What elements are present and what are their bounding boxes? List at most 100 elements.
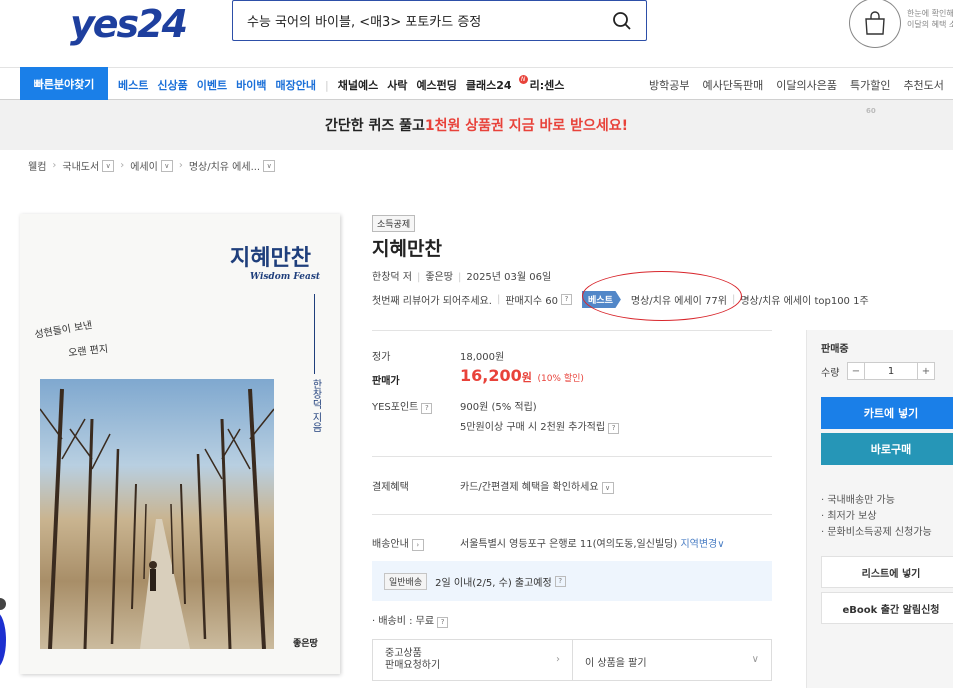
help-icon[interactable]: ?	[608, 423, 620, 434]
breadcrumb-home[interactable]: 웰컴	[28, 158, 46, 173]
breadcrumb-essay[interactable]: 에세이	[130, 158, 158, 173]
chevron-down-icon[interactable]: ∨	[102, 159, 115, 172]
tax-deduction-badge: 소득공제	[372, 215, 416, 232]
ebook-alert-button[interactable]: eBook 출간 알림신청	[821, 592, 953, 624]
nav-item-buyback[interactable]: 바이백	[236, 77, 266, 93]
banner-corner-tag: 60	[866, 107, 876, 115]
meta-divider: |	[496, 294, 501, 305]
benefit-promo-line-1: 한눈에 확인해	[907, 9, 953, 18]
divider	[372, 514, 772, 515]
note-lowest-price: · 최저가 보상	[821, 511, 877, 522]
shipping-fee: · 배송비 : 무료?	[372, 612, 449, 628]
chevron-down-icon[interactable]: ∨	[601, 482, 614, 494]
product-meta: 한창덕 저 | 좋은땅 | 2025년 03월 06일	[372, 268, 551, 283]
cover-handwriting-1: 성현들이 보낸	[33, 319, 94, 341]
sale-price-label: 판매가	[372, 376, 400, 387]
nav-item-recommended[interactable]: 추천도서	[903, 77, 943, 93]
discount-rate: (10% 할인)	[537, 374, 584, 384]
extra-point-info: 5만원이상 구매 시 2천원 추가적립?	[460, 418, 620, 434]
list-price-label: 정가	[372, 352, 391, 363]
chevron-right-icon: ›	[120, 160, 125, 171]
nav-item-yes-funding[interactable]: 예스펀딩	[416, 77, 456, 93]
chevron-down-icon[interactable]: ∨	[160, 159, 173, 172]
nav-item-channel-yes[interactable]: 채널예스	[338, 77, 378, 93]
breadcrumb-meditation[interactable]: 명상/치유 에세...	[189, 158, 260, 173]
nav-right-menu: 방학공부 예사단독판매 이달의사은품 특가할인 추천도서 대량	[649, 77, 953, 93]
delivery-label: 배송안내 ›	[372, 535, 424, 551]
side-floating-widget[interactable]	[0, 612, 6, 668]
shopping-bag-icon[interactable]	[849, 0, 901, 48]
purchase-panel: 판매중 수량 − 1 + 카트에 넣기 바로구매 · 국내배송만 가능 · 최저…	[806, 330, 953, 688]
chevron-right-icon[interactable]: ›	[411, 539, 424, 551]
add-to-wishlist-button[interactable]: 리스트에 넣기	[821, 556, 953, 588]
author-link[interactable]: 한창덕 저	[372, 272, 412, 283]
yes24-logo[interactable]: yes24	[70, 2, 188, 46]
nav-item-exclusive[interactable]: 예사단독판매	[702, 77, 763, 93]
extra-point-text: 5만원이상 구매 시 2천원 추가적립	[460, 422, 606, 433]
payment-benefit-value[interactable]: 카드/간편결제 혜택을 확인하세요 ∨	[460, 478, 614, 494]
quantity-stepper[interactable]: − 1 +	[847, 362, 935, 380]
nav-item-special-sale[interactable]: 특가할인	[850, 77, 890, 93]
decrease-button[interactable]: −	[847, 362, 865, 380]
payment-benefit-text: 카드/간편결제 혜택을 확인하세요	[460, 482, 599, 493]
publish-date: 2025년 03월 06일	[466, 272, 552, 283]
meta-divider: |	[457, 272, 462, 283]
product-title: 지혜만찬	[372, 238, 442, 260]
benefit-promo-line-2: 이달의 혜택 소	[907, 20, 953, 29]
note-culture-deduction: · 문화비소득공제 신청가능	[821, 527, 932, 538]
used-line-1: 중고상품	[385, 648, 422, 659]
help-icon[interactable]: ?	[421, 403, 433, 414]
nav-item-store[interactable]: 매장안내	[276, 77, 316, 93]
meta-divider: |	[416, 272, 421, 283]
help-icon[interactable]: ?	[554, 575, 566, 587]
sale-price-unit: 원	[521, 371, 532, 384]
used-sale-request[interactable]: 중고상품 판매요청하기 ›	[373, 640, 573, 680]
nav-item-new[interactable]: 신상품	[157, 77, 187, 93]
nav-item-gifts[interactable]: 이달의사은품	[776, 77, 837, 93]
cover-handwriting-2: 오랜 편지	[67, 343, 109, 360]
cover-publisher-logo: 좋은땅	[293, 639, 318, 649]
delivery-address: 서울특별시 영등포구 은행로 11(여의도동,일신빌딩) 지역변경∨	[460, 535, 725, 550]
main-nav: 빠른분야찾기 베스트 신상품 이벤트 바이백 매장안내 | 채널예스 사락 예스…	[0, 67, 953, 101]
chevron-right-icon: ›	[52, 160, 57, 171]
quantity-input[interactable]: 1	[865, 362, 917, 380]
chevron-down-icon[interactable]: ∨	[263, 159, 276, 172]
cover-divider	[314, 294, 315, 374]
cover-author: 한창덕 지음	[310, 379, 321, 433]
publisher-link[interactable]: 좋은땅	[425, 272, 453, 283]
add-to-cart-button[interactable]: 카트에 넣기	[821, 397, 953, 429]
change-region-link[interactable]: 지역변경	[680, 539, 717, 550]
shipping-eta-box: 일반배송 2일 이내(2/5, 수) 출고예정 ?	[372, 561, 772, 601]
nav-item-best[interactable]: 베스트	[118, 77, 148, 93]
nav-item-sarak[interactable]: 사락	[387, 77, 407, 93]
cover-title: 지혜만찬	[230, 245, 311, 271]
rank-link-2[interactable]: 명상/치유 에세이 top100 1주	[740, 292, 868, 307]
chevron-down-icon: ∨	[717, 539, 725, 550]
nav-divider: |	[324, 78, 329, 92]
nav-item-event[interactable]: 이벤트	[197, 77, 227, 93]
increase-button[interactable]: +	[917, 362, 935, 380]
quiz-promo-banner[interactable]: 간단한 퀴즈 풀고 1천원 상품권 지금 바로 받으세요! 60	[0, 100, 953, 150]
quick-category-button[interactable]: 빠른분야찾기	[20, 67, 108, 101]
nav-item-license[interactable]: 리:센스	[530, 77, 565, 93]
search-input[interactable]: 수능 국어의 바이블, <매3> 포토카드 증정	[247, 11, 612, 30]
sale-price-value: 16,200	[460, 366, 522, 385]
book-cover-image[interactable]: 지혜만찬 Wisdom Feast 성현들이 보낸 오랜 편지 한창덕 지음 좋…	[20, 214, 340, 674]
help-icon[interactable]: ?	[437, 617, 449, 628]
buy-now-button[interactable]: 바로구매	[821, 433, 953, 465]
delivery-address-text: 서울특별시 영등포구 은행로 11(여의도동,일신빌딩)	[460, 539, 678, 550]
chevron-right-icon: ›	[178, 160, 183, 171]
first-review-link[interactable]: 첫번째 리뷰어가 되어주세요.	[372, 292, 492, 307]
divider	[372, 456, 772, 457]
help-icon[interactable]: ?	[561, 294, 573, 305]
benefit-promo-text[interactable]: 한눈에 확인해 이달의 혜택 소	[907, 8, 953, 30]
sell-this-item[interactable]: 이 상품을 팔기 ∨	[573, 640, 771, 680]
search-icon[interactable]	[612, 11, 632, 31]
highlight-annotation-circle	[582, 271, 742, 321]
nav-item-vacation-study[interactable]: 방학공부	[649, 77, 689, 93]
breadcrumb-domestic[interactable]: 국내도서	[62, 158, 99, 173]
search-box[interactable]: 수능 국어의 바이블, <매3> 포토카드 증정	[232, 0, 647, 41]
nav-item-class24[interactable]: 클래스24	[466, 77, 512, 93]
cover-photo-tree-path	[40, 379, 274, 649]
new-badge: N	[518, 74, 528, 84]
